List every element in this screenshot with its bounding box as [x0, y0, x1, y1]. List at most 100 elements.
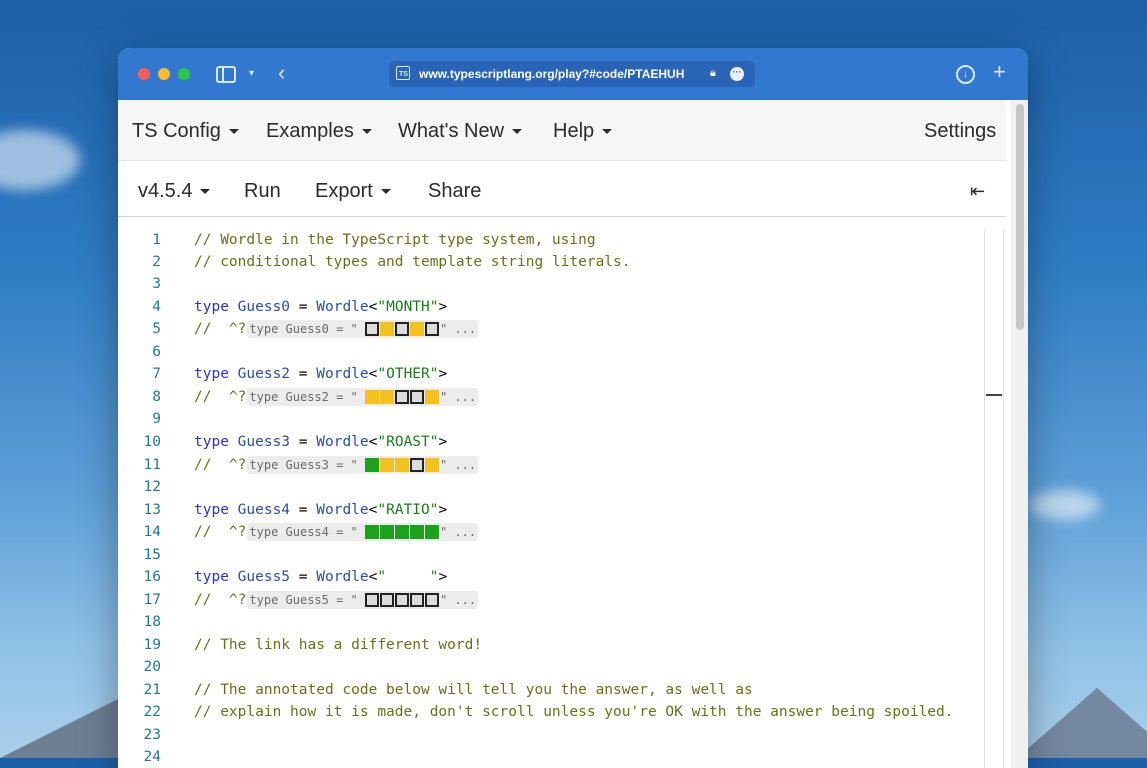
hint-text: type Guess0 = "	[249, 322, 365, 336]
keyword: type	[194, 502, 229, 518]
line-number: 2	[152, 254, 161, 270]
operator: =	[290, 502, 317, 518]
chevron-down-icon[interactable]: ▾	[249, 66, 254, 82]
type-name: Wordle	[316, 502, 369, 518]
zoom-window-button[interactable]	[178, 68, 190, 80]
wordle-squares	[364, 390, 440, 404]
twoslash-query: // ^?	[194, 457, 247, 473]
overview-ruler-marker	[986, 394, 1002, 396]
back-icon[interactable]: ‹	[278, 62, 285, 84]
keyword: type	[194, 366, 229, 382]
wordle-square-grey	[364, 593, 379, 607]
editor-overview-ruler[interactable]	[984, 230, 1004, 768]
operator: =	[290, 569, 317, 585]
code-line: 6	[118, 341, 978, 363]
wordle-square-grey	[409, 593, 424, 607]
type-name: Guess2	[237, 366, 291, 382]
address-bar[interactable]: TS www.typescriptlang.org/play?#code/PTA…	[389, 61, 755, 87]
menu-help[interactable]: Help	[553, 120, 613, 143]
download-icon[interactable]: ↓	[956, 65, 975, 84]
wordle-squares	[364, 322, 440, 336]
plus-icon[interactable]: +	[993, 60, 1006, 84]
caret-down-icon	[361, 129, 372, 135]
line-number: 7	[152, 366, 161, 382]
code-line: 19 // The link has a different word!	[118, 634, 978, 656]
type-name: Wordle	[316, 569, 369, 585]
type-name: Wordle	[316, 299, 369, 315]
cloud	[1030, 490, 1100, 520]
line-number: 24	[143, 749, 161, 765]
code-line: 5 // ^? type Guess0 = " " ...	[118, 318, 978, 340]
line-number: 14	[143, 524, 161, 540]
inline-type-hint: type Guess3 = " " ...	[247, 456, 479, 474]
menu-ts-config[interactable]: TS Config	[132, 120, 239, 143]
code-line: 18	[118, 611, 978, 633]
menu-whats-new[interactable]: What's New	[398, 120, 523, 143]
code-line: 15	[118, 544, 978, 566]
sidebar-icon[interactable]	[216, 66, 236, 83]
browser-titlebar: ▾ ‹ TS www.typescriptlang.org/play?#code…	[118, 48, 1028, 100]
hint-tail: " ...	[439, 525, 477, 539]
wordle-square-green	[364, 458, 379, 472]
code-line: 13 type Guess4 = Wordle<"RATIO">	[118, 499, 978, 521]
code-line: 7 type Guess2 = Wordle<"OTHER">	[118, 363, 978, 385]
export-button[interactable]: Export	[315, 180, 391, 203]
url-text[interactable]: www.typescriptlang.org/play?#code/PTAEHU…	[419, 67, 701, 81]
line-number: 13	[143, 502, 161, 518]
code-comment: // Wordle in the TypeScript type system,…	[194, 232, 596, 248]
type-name: Guess5	[237, 569, 291, 585]
line-number: 21	[143, 682, 161, 698]
code-editor[interactable]: 1 // Wordle in the TypeScript type system…	[118, 217, 1006, 768]
menu-settings[interactable]: Settings	[924, 120, 996, 143]
code-line: 10 type Guess3 = Wordle<"ROAST">	[118, 431, 978, 453]
wordle-square-yellow	[424, 458, 439, 472]
code-line: 20	[118, 656, 978, 678]
wordle-square-yellow	[379, 322, 394, 336]
code-line: 1 // Wordle in the TypeScript type system…	[118, 229, 978, 251]
wordle-square-grey	[424, 593, 439, 607]
line-number: 1	[152, 232, 161, 248]
inline-type-hint: type Guess2 = " " ...	[247, 388, 479, 406]
wordle-square-yellow	[379, 390, 394, 404]
share-button[interactable]: Share	[428, 180, 481, 203]
code-line: 23	[118, 724, 978, 746]
line-number: 8	[152, 389, 161, 405]
twoslash-query: // ^?	[194, 389, 247, 405]
inline-type-hint: type Guess5 = " " ...	[247, 591, 479, 609]
wordle-square-grey	[409, 458, 424, 472]
hint-tail: " ...	[439, 390, 477, 404]
operator: =	[290, 299, 317, 315]
minimize-window-button[interactable]	[158, 68, 170, 80]
export-label: Export	[315, 180, 373, 202]
caret-down-icon	[228, 129, 239, 135]
hint-tail: " ...	[439, 593, 477, 607]
line-number: 11	[143, 457, 161, 473]
wordle-square-green	[394, 525, 409, 539]
code-line: 4 type Guess0 = Wordle<"MONTH">	[118, 296, 978, 318]
code-line: 11 // ^? type Guess3 = " " ...	[118, 454, 978, 476]
close-window-button[interactable]	[138, 68, 150, 80]
wordle-square-grey	[394, 593, 409, 607]
string-literal: "RATIO"	[377, 502, 439, 518]
wordle-squares	[364, 593, 440, 607]
version-select[interactable]: v4.5.4	[138, 180, 211, 203]
typescript-favicon-icon: TS	[396, 66, 410, 80]
wordle-squares	[364, 525, 440, 539]
line-number: 16	[143, 569, 161, 585]
collapse-sidebar-icon[interactable]: ⇤	[970, 181, 985, 202]
browser-window: ▾ ‹ TS www.typescriptlang.org/play?#code…	[118, 48, 1028, 768]
hint-tail: " ...	[439, 322, 477, 336]
type-name: Guess3	[237, 434, 291, 450]
line-number: 22	[143, 704, 161, 720]
wordle-square-grey	[409, 390, 424, 404]
type-name: Guess4	[237, 502, 291, 518]
menu-examples[interactable]: Examples	[266, 120, 372, 143]
line-number: 9	[152, 411, 161, 427]
more-icon[interactable]: ···	[730, 67, 744, 81]
wordle-square-grey	[424, 322, 439, 336]
code-line: 3	[118, 273, 978, 295]
run-button[interactable]: Run	[244, 180, 281, 203]
inline-type-hint: type Guess4 = " " ...	[247, 523, 479, 541]
wordle-square-grey	[364, 322, 379, 336]
page-scrollbar-thumb[interactable]	[1016, 104, 1024, 330]
